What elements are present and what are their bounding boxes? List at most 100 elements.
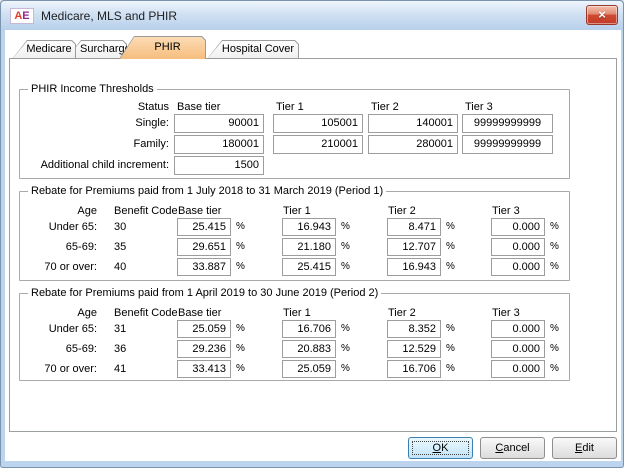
row-label-single: Single: (20, 117, 169, 129)
benefit-code-value: 40 (114, 261, 126, 273)
field-p2-under65-tier1[interactable]: 16.706 (282, 320, 336, 338)
column-header-tier1: Tier 1 (283, 307, 311, 319)
row-label-family: Family: (20, 138, 169, 150)
percent-label: % (550, 323, 559, 334)
tab-hospital-cover[interactable]: Hospital Cover (207, 40, 299, 59)
tab-hospital-cover-label: Hospital Cover (221, 40, 295, 59)
percent-label: % (446, 323, 455, 334)
field-p2-65-69-tier3[interactable]: 0.000 (491, 340, 545, 358)
group-title: Rebate for Premiums paid from 1 April 20… (28, 287, 381, 299)
field-p1-65-69-base-tier[interactable]: 29.651 (177, 238, 231, 256)
field-p2-65-69-tier2[interactable]: 12.529 (387, 340, 441, 358)
percent-label: % (236, 323, 245, 334)
group-rebate-period1: Rebate for Premiums paid from 1 July 201… (19, 191, 570, 281)
column-header-tier3: Tier 3 (492, 307, 520, 319)
column-header-tier2: Tier 2 (388, 307, 416, 319)
column-header-tier2: Tier 2 (371, 101, 399, 113)
field-p2-70over-tier3[interactable]: 0.000 (491, 360, 545, 378)
cancel-button-label: ancel (503, 442, 529, 454)
field-additional-child-increment[interactable]: 1500 (174, 156, 264, 175)
column-header-tier1: Tier 1 (283, 205, 311, 217)
column-header-tier3: Tier 3 (465, 101, 493, 113)
percent-label: % (341, 343, 350, 354)
column-header-base-tier: Base tier (178, 307, 221, 319)
field-p2-65-69-base-tier[interactable]: 29.236 (177, 340, 231, 358)
field-p2-70over-base-tier[interactable]: 33.413 (177, 360, 231, 378)
benefit-code-value: 30 (114, 221, 126, 233)
column-header-status: Status (20, 101, 169, 113)
app-icon: AE (10, 8, 34, 24)
percent-label: % (236, 363, 245, 374)
title-bar[interactable]: AE Medicare, MLS and PHIR × (1, 1, 623, 31)
edit-button-label: dit (582, 442, 594, 454)
tab-medicare[interactable]: Medicare (12, 40, 76, 59)
field-p1-65-69-tier2[interactable]: 12.707 (387, 238, 441, 256)
field-p2-70over-tier2[interactable]: 16.706 (387, 360, 441, 378)
column-header-age: Age (20, 307, 97, 319)
field-p1-70over-tier2[interactable]: 16.943 (387, 258, 441, 276)
column-header-tier1: Tier 1 (276, 101, 304, 113)
tab-strip: Medicare Surcharge PHIR Hospital Cover (12, 36, 299, 59)
tab-medicare-label: Medicare (26, 40, 72, 59)
percent-label: % (236, 343, 245, 354)
column-header-tier3: Tier 3 (492, 205, 520, 217)
percent-label: % (236, 261, 245, 272)
field-p2-under65-tier3[interactable]: 0.000 (491, 320, 545, 338)
field-family-tier3[interactable]: 99999999999 (462, 135, 553, 154)
percent-label: % (341, 363, 350, 374)
ok-button[interactable]: OK (408, 437, 473, 459)
field-p1-under65-base-tier[interactable]: 25.415 (177, 218, 231, 236)
dialog-window: AE Medicare, MLS and PHIR × Medicare Sur… (0, 0, 624, 468)
tab-surcharge-label: Surcharge (80, 40, 123, 59)
tab-phir[interactable]: PHIR (119, 36, 206, 59)
window-title: Medicare, MLS and PHIR (41, 1, 177, 31)
column-header-base-tier: Base tier (178, 205, 221, 217)
cancel-button[interactable]: Cancel (480, 437, 545, 459)
field-p1-70over-base-tier[interactable]: 33.887 (177, 258, 231, 276)
percent-label: % (550, 261, 559, 272)
field-p1-65-69-tier1[interactable]: 21.180 (282, 238, 336, 256)
percent-label: % (446, 241, 455, 252)
close-button[interactable]: × (586, 5, 618, 25)
percent-label: % (236, 241, 245, 252)
field-p2-65-69-tier1[interactable]: 20.883 (282, 340, 336, 358)
field-family-base-tier[interactable]: 180001 (174, 135, 264, 154)
tab-page-phir: PHIR Income Thresholds Status Base tier … (9, 58, 617, 432)
percent-label: % (341, 261, 350, 272)
field-family-tier2[interactable]: 280001 (368, 135, 458, 154)
percent-label: % (446, 261, 455, 272)
edit-button[interactable]: Edit (552, 437, 617, 459)
field-p1-65-69-tier3[interactable]: 0.000 (491, 238, 545, 256)
field-p2-under65-tier2[interactable]: 8.352 (387, 320, 441, 338)
column-header-tier2: Tier 2 (388, 205, 416, 217)
group-title: PHIR Income Thresholds (28, 83, 157, 95)
field-p1-70over-tier1[interactable]: 25.415 (282, 258, 336, 276)
percent-label: % (446, 363, 455, 374)
benefit-code-value: 31 (114, 323, 126, 335)
field-single-tier2[interactable]: 140001 (368, 114, 458, 133)
percent-label: % (550, 241, 559, 252)
group-phir-income-thresholds: PHIR Income Thresholds Status Base tier … (19, 89, 570, 179)
row-label-additional-child-increment: Additional child increment: (20, 159, 169, 171)
field-p1-under65-tier2[interactable]: 8.471 (387, 218, 441, 236)
percent-label: % (446, 221, 455, 232)
field-single-tier3[interactable]: 99999999999 (462, 114, 553, 133)
field-single-tier1[interactable]: 105001 (273, 114, 363, 133)
field-p1-under65-tier1[interactable]: 16.943 (282, 218, 336, 236)
field-family-tier1[interactable]: 210001 (273, 135, 363, 154)
field-p2-70over-tier1[interactable]: 25.059 (282, 360, 336, 378)
percent-label: % (550, 221, 559, 232)
row-label-under-65: Under 65: (20, 221, 97, 233)
group-title: Rebate for Premiums paid from 1 July 201… (28, 185, 386, 197)
dialog-client-area: Medicare Surcharge PHIR Hospital Cover P… (5, 30, 621, 461)
percent-label: % (341, 241, 350, 252)
field-p1-70over-tier3[interactable]: 0.000 (491, 258, 545, 276)
column-header-benefit-code: Benefit Code (114, 307, 178, 319)
field-p2-under65-base-tier[interactable]: 25.059 (177, 320, 231, 338)
field-single-base-tier[interactable]: 90001 (174, 114, 264, 133)
row-label-70-or-over: 70 or over: (20, 363, 97, 375)
percent-label: % (550, 343, 559, 354)
column-header-age: Age (20, 205, 97, 217)
field-p1-under65-tier3[interactable]: 0.000 (491, 218, 545, 236)
column-header-base-tier: Base tier (177, 101, 220, 113)
